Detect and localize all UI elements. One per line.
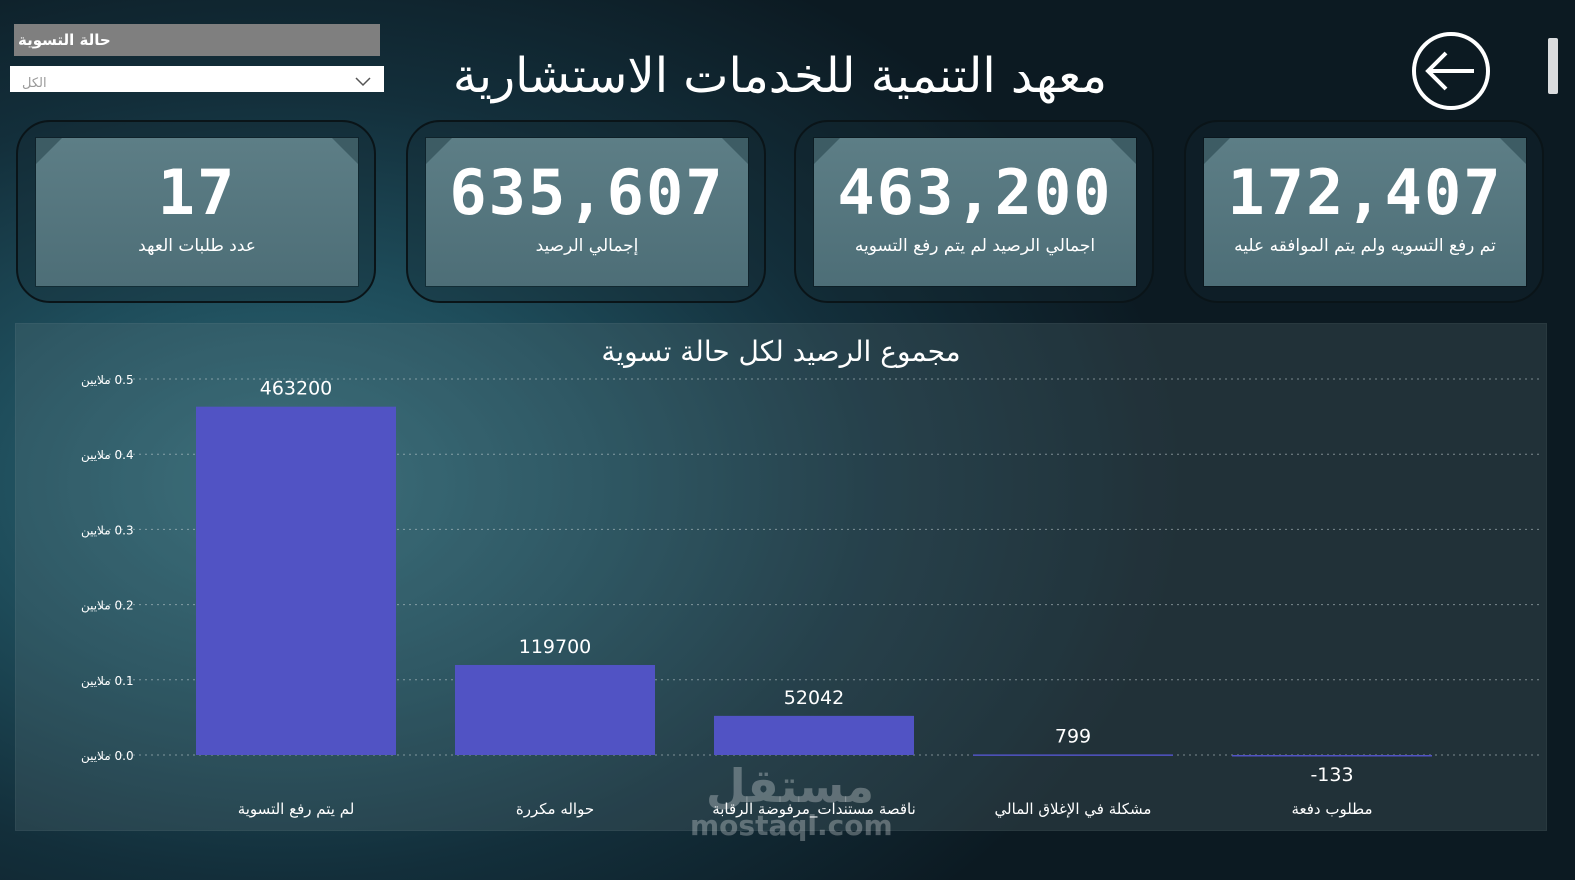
slicer-title: حالة التسوية bbox=[14, 24, 380, 56]
x-tick-label: لم يتم رفع التسوية bbox=[238, 800, 355, 818]
watermark-arabic: مستقل bbox=[705, 759, 875, 813]
y-tick-label: 0.3 ملايين bbox=[81, 523, 134, 538]
y-tick-label: 0.2 ملايين bbox=[81, 599, 134, 614]
dropdown-selected-value: الكل bbox=[22, 76, 47, 91]
back-button[interactable] bbox=[1410, 30, 1492, 112]
data-label: -133 bbox=[1310, 764, 1353, 786]
kpi-value: 172,407 bbox=[1227, 156, 1503, 229]
chevron-down-icon bbox=[354, 72, 372, 91]
balance-by-status-chart-panel: مجموع الرصيد لكل حالة تسوية 0.0 ملايين 0.1… bbox=[15, 323, 1547, 831]
y-tick-label: 0.5 ملايين bbox=[81, 373, 134, 388]
watermark-latin: mostaql.com bbox=[690, 809, 893, 842]
kpi-label: تم رفع التسويه ولم يتم الموافقه عليه bbox=[1234, 236, 1496, 256]
data-label: 119700 bbox=[519, 636, 592, 658]
bar bbox=[196, 406, 396, 755]
bar bbox=[455, 664, 655, 755]
kpi-label: اجمالي الرصيد لم يتم رفع التسويه bbox=[854, 236, 1096, 256]
kpi-label: إجمالي الرصيد bbox=[535, 236, 639, 256]
vertical-scrollbar[interactable] bbox=[1548, 38, 1558, 94]
kpi-card-requests-count: 17 عدد طلبات العهد bbox=[16, 120, 376, 303]
watermark: مستقل mostaql.com bbox=[690, 759, 893, 842]
bar-chart: مجموع الرصيد لكل حالة تسوية 0.0 ملايين 0.1… bbox=[81, 335, 1540, 819]
y-tick-label: 0.4 ملايين bbox=[81, 448, 134, 463]
kpi-value: 635,607 bbox=[449, 156, 725, 229]
x-tick-label: مشكلة في الإغلاق المالي bbox=[995, 800, 1152, 819]
y-tick-label: 0.1 ملايين bbox=[81, 674, 134, 689]
kpi-value: 17 bbox=[157, 156, 237, 229]
kpi-value: 463,200 bbox=[837, 156, 1113, 229]
y-tick-label: 0.0 ملايين bbox=[81, 749, 134, 764]
x-tick-label: حواله مكررة bbox=[516, 800, 594, 818]
x-tick-label: مطلوب دفعة bbox=[1291, 800, 1372, 818]
data-label: 52042 bbox=[784, 687, 844, 709]
bar bbox=[973, 754, 1173, 756]
kpi-card-total-balance: 635,607 إجمالي الرصيد bbox=[406, 120, 766, 303]
bar bbox=[1232, 755, 1432, 757]
data-label: 463200 bbox=[260, 378, 333, 400]
kpi-card-pending-approval: 172,407 تم رفع التسويه ولم يتم الموافقه … bbox=[1184, 120, 1544, 303]
page-title: معهد التنمية للخدمات الاستشارية bbox=[452, 48, 1108, 104]
data-label: 799 bbox=[1055, 725, 1091, 747]
chart-title: مجموع الرصيد لكل حالة تسوية bbox=[601, 335, 960, 368]
kpi-card-not-settled-balance: 463,200 اجمالي الرصيد لم يتم رفع التسويه bbox=[794, 120, 1154, 303]
bar bbox=[714, 715, 914, 755]
kpi-label: عدد طلبات العهد bbox=[138, 236, 256, 256]
status-filter-dropdown[interactable]: الكل bbox=[10, 66, 384, 92]
back-arrow-icon bbox=[1412, 32, 1490, 110]
